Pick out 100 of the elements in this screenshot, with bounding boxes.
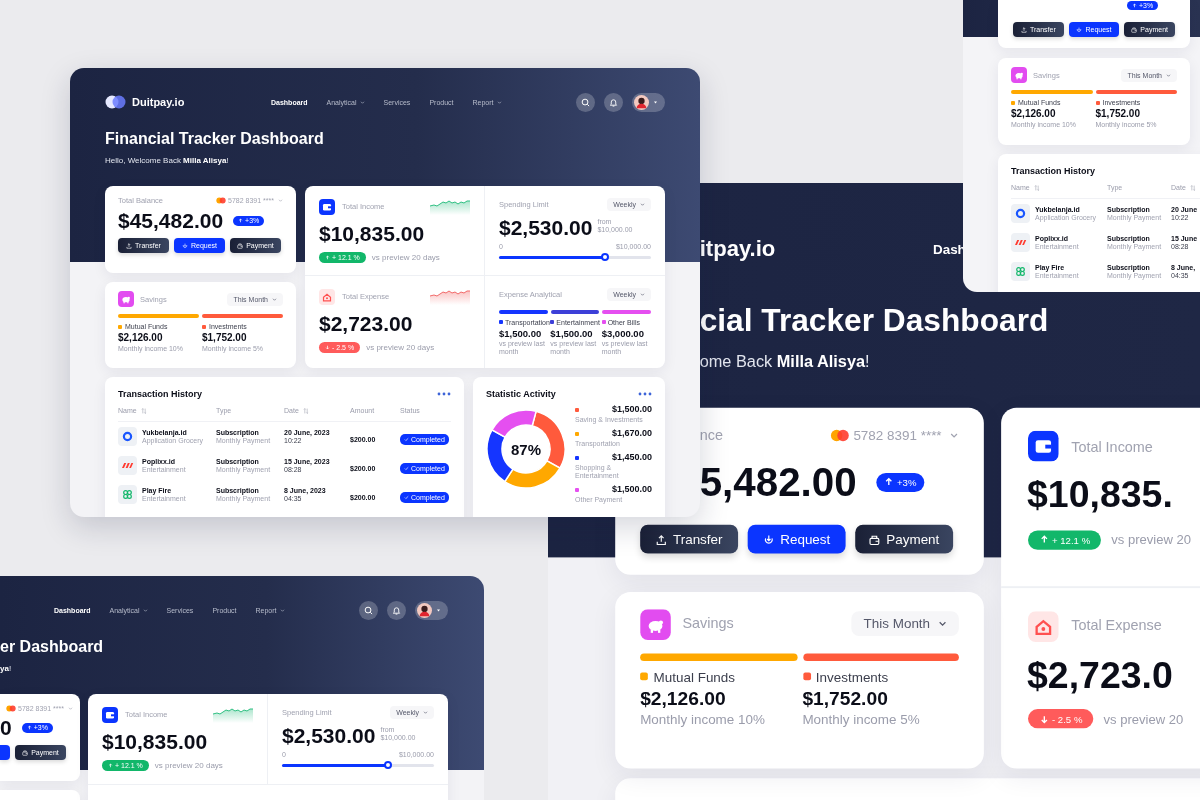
dashboard-title: er Dashboard <box>0 639 105 655</box>
check-icon <box>404 465 409 471</box>
chevron-down-icon <box>359 99 365 105</box>
notification-button[interactable] <box>387 600 406 620</box>
balance-amount: 5,482.00 <box>699 461 857 502</box>
request-button[interactable]: Request <box>747 524 846 554</box>
legend-amount: $1,500.00 <box>611 405 652 414</box>
wallet-icon <box>102 706 118 723</box>
stat-amount: $10,835.00 <box>102 731 209 752</box>
fund-amount: $2,126.00 <box>118 333 164 343</box>
arrow-down-icon <box>1038 714 1049 724</box>
check-icon <box>404 436 409 442</box>
slider-thumb[interactable] <box>384 761 393 769</box>
arrow-up-icon <box>1132 2 1137 8</box>
wallet-icon <box>22 749 29 756</box>
card-number: 5782 8391 **** <box>853 428 942 443</box>
chevron-down-icon <box>496 99 502 105</box>
fund-amount: $1,752.00 <box>802 688 889 709</box>
limit-amount: $2,530.00 <box>282 725 376 746</box>
avatar-button[interactable] <box>415 600 448 620</box>
search-button[interactable] <box>359 600 378 620</box>
fund-note: Monthly income 5% <box>802 711 921 726</box>
bar-segment <box>602 310 651 314</box>
brand-name: itpay.io <box>699 236 777 260</box>
download-icon <box>762 533 775 545</box>
sparkline <box>430 288 470 305</box>
donut-center-label: 87% <box>511 440 541 458</box>
period-dropdown[interactable]: This Month <box>852 611 959 637</box>
logo-icon <box>105 95 126 109</box>
download-icon <box>181 242 188 249</box>
comparison-text: vs preview 20 days <box>366 343 435 352</box>
sparkline <box>213 706 253 723</box>
change-text: +3% <box>896 475 917 488</box>
overlapping-circles-icon <box>830 428 850 443</box>
greeting-text: ya! <box>0 665 13 673</box>
overlapping-circles-icon <box>6 705 16 712</box>
card-label: Total Expense <box>1071 617 1162 635</box>
more-icon[interactable] <box>638 392 652 396</box>
arrow-up-icon <box>883 476 894 487</box>
category-amount: $1,500.00 <box>499 328 543 338</box>
request-button[interactable] <box>0 745 10 760</box>
arrow-up-icon <box>108 763 113 768</box>
stripes-icon <box>118 456 137 475</box>
comparison-text: vs preview 20 <box>1111 532 1192 546</box>
chevron-down-icon <box>423 710 428 715</box>
upload-icon <box>655 533 668 545</box>
card-title: Statistic Activity <box>486 389 556 399</box>
search-button[interactable] <box>576 92 595 112</box>
card-title: Transaction History <box>118 389 203 399</box>
caret-icon <box>436 607 441 613</box>
piggy-bank-icon <box>640 608 671 639</box>
arrow-down-icon <box>325 345 330 350</box>
chevron-down-icon <box>1166 72 1171 78</box>
limit-amount: $2,530.00 <box>499 217 593 238</box>
avatar-button[interactable] <box>632 92 665 112</box>
chevron-down-icon <box>279 607 285 613</box>
chevron-down-icon <box>937 618 948 629</box>
transfer-button[interactable]: Transfer <box>640 524 739 554</box>
house-icon <box>319 288 335 305</box>
greeting-text: Hello, Welcome Back Milla Alisya! <box>105 157 230 165</box>
balance-amount: 0 <box>0 717 12 738</box>
bell-icon <box>609 97 618 107</box>
house-icon <box>1027 610 1058 642</box>
overlapping-circles-icon <box>216 197 227 204</box>
chevron-down-icon <box>142 607 148 613</box>
greeting-text: ome Back Milla Alisya! <box>699 352 871 370</box>
fund-amount: $1,752.00 <box>202 333 248 343</box>
stripes-icon <box>1011 233 1030 252</box>
wallet-icon <box>869 533 881 545</box>
stat-amount: $10,835. <box>1027 476 1174 515</box>
arrow-up-icon <box>238 218 244 223</box>
ring-icon <box>1011 204 1030 223</box>
arrow-up-icon <box>1038 534 1049 544</box>
sparkline <box>430 198 470 215</box>
bar-segment <box>499 310 548 314</box>
upload-icon <box>126 242 133 249</box>
legend-amount: $1,450.00 <box>611 453 652 463</box>
wallet-icon <box>1027 430 1058 462</box>
legend-label: Investments <box>815 669 889 684</box>
slider-thumb[interactable] <box>601 253 610 261</box>
more-icon[interactable] <box>437 392 451 396</box>
search-icon <box>364 605 373 615</box>
legend-amount: $1,500.00 <box>611 485 652 495</box>
notification-button[interactable] <box>604 92 623 112</box>
download-icon <box>1076 26 1083 33</box>
change-text: + 12.1 % <box>1052 533 1091 545</box>
change-text: - 2.5 % <box>1052 713 1083 725</box>
chevron-down-icon <box>640 202 645 207</box>
bar-segment <box>550 310 600 314</box>
piggy-bank-icon <box>118 291 134 307</box>
avatar-icon <box>634 94 649 110</box>
comparison-text: vs preview 20 days <box>371 253 440 262</box>
arrow-up-icon <box>26 725 32 730</box>
fund-amount: $1,752.00 <box>1095 109 1141 119</box>
brand-name: Duitpay.io <box>132 96 185 108</box>
comparison-text: vs preview 20 days <box>154 761 223 770</box>
stat-amount: $2,723.0 <box>1027 656 1174 695</box>
payment-button[interactable]: Payment <box>855 524 954 554</box>
dashboard-title: Financial Tracker Dashboard <box>105 131 325 147</box>
category-amount: $1,500.00 <box>550 328 594 338</box>
